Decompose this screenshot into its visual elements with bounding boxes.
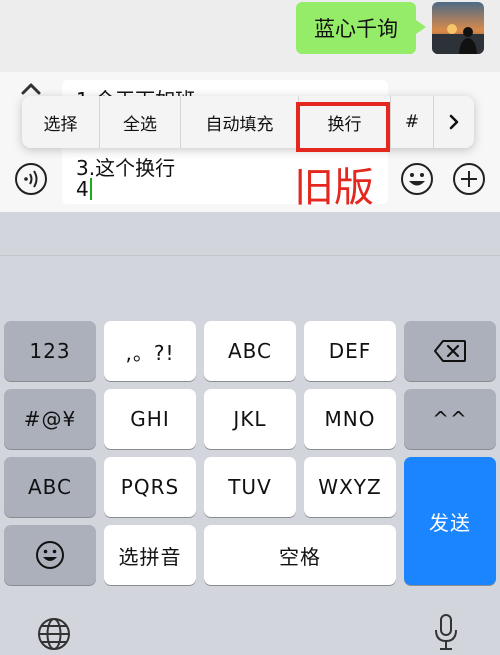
- emoji-key-icon[interactable]: [4, 525, 96, 585]
- key-symbols[interactable]: #@¥: [4, 389, 96, 449]
- backspace-icon[interactable]: [404, 321, 496, 381]
- avatar-image: [432, 2, 484, 54]
- message-text: 蓝心千询: [314, 17, 398, 41]
- menu-item-select[interactable]: 选择: [22, 96, 100, 148]
- send-button[interactable]: 发送: [404, 457, 496, 585]
- key-english[interactable]: ABC: [4, 457, 96, 517]
- globe-icon[interactable]: [36, 616, 72, 652]
- key-wxyz[interactable]: WXYZ: [304, 457, 396, 517]
- key-def[interactable]: DEF: [304, 321, 396, 381]
- voice-icon[interactable]: [14, 162, 48, 196]
- keyboard-divider: [0, 255, 500, 256]
- menu-item-autofill[interactable]: 自动填充: [181, 96, 299, 148]
- menu-item-select-all[interactable]: 全选: [100, 96, 181, 148]
- menu-item-hash[interactable]: #: [391, 96, 434, 148]
- highlight-box: [296, 102, 390, 152]
- space-key[interactable]: 空格: [204, 525, 396, 585]
- input-line-4-text: 4: [76, 177, 89, 201]
- avatar[interactable]: [432, 2, 484, 54]
- annotation-label: 旧版: [294, 165, 374, 211]
- key-tuv[interactable]: TUV: [204, 457, 296, 517]
- key-emoticon[interactable]: ^^: [404, 389, 496, 449]
- key-pinyin-select[interactable]: 选拼音: [104, 525, 196, 585]
- chevron-right-icon[interactable]: [434, 96, 474, 148]
- key-punctuation[interactable]: ,。?!: [104, 321, 196, 381]
- emoji-icon[interactable]: [400, 162, 434, 196]
- key-jkl[interactable]: JKL: [204, 389, 296, 449]
- input-line-4: 4: [76, 177, 92, 201]
- text-caret: [89, 178, 92, 200]
- key-pqrs[interactable]: PQRS: [104, 457, 196, 517]
- key-abc[interactable]: ABC: [204, 321, 296, 381]
- chat-area: 蓝心千询: [0, 0, 500, 72]
- key-mno[interactable]: MNO: [304, 389, 396, 449]
- message-bubble[interactable]: 蓝心千询: [296, 2, 426, 54]
- key-123[interactable]: 123: [4, 321, 96, 381]
- microphone-icon[interactable]: [432, 612, 460, 652]
- key-ghi[interactable]: GHI: [104, 389, 196, 449]
- plus-icon[interactable]: [452, 162, 486, 196]
- edit-context-menu: 选择 全选 自动填充 换行 #: [22, 96, 474, 148]
